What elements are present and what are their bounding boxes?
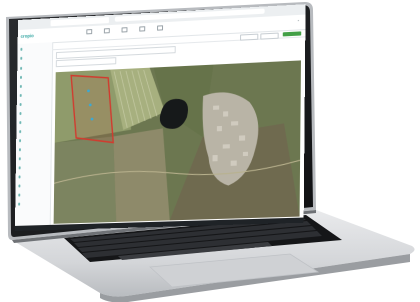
app-logo: cropio: [20, 33, 34, 39]
main-content: [50, 29, 306, 230]
action-button-1[interactable]: [240, 33, 259, 41]
account-area[interactable]: ●: [298, 19, 300, 22]
sidebar-item-10[interactable]: [19, 128, 49, 135]
sidebar-item-5[interactable]: [19, 83, 50, 90]
sidebar-item-11[interactable]: [19, 137, 49, 144]
sidebar-item-6[interactable]: [19, 92, 50, 99]
toolbar-button-3[interactable]: [119, 27, 131, 36]
sidebar-item-17[interactable]: [18, 192, 48, 199]
sidebar-item-7[interactable]: [19, 101, 50, 108]
selected-field-outline: [70, 73, 114, 144]
sidebar-item-4[interactable]: [20, 74, 50, 81]
sidebar-item-2[interactable]: [20, 54, 50, 62]
user-icon: ●: [297, 19, 300, 23]
screen: cropio ●: [14, 4, 306, 231]
toolbar-button-2[interactable]: [101, 28, 113, 37]
sidebar-item-16[interactable]: [18, 182, 48, 189]
sidebar-item-8[interactable]: [19, 110, 49, 117]
sidebar-item-15[interactable]: [18, 173, 49, 180]
map-imagery: [54, 60, 301, 224]
sidebar-item-9[interactable]: [19, 119, 49, 126]
sidebar-item-12[interactable]: [18, 146, 49, 153]
sidebar-item-13[interactable]: [18, 155, 49, 162]
sidebar: [14, 42, 54, 231]
sidebar-item-1[interactable]: [20, 45, 50, 53]
sidebar-item-14[interactable]: [18, 164, 49, 171]
action-button-2[interactable]: [260, 32, 279, 40]
sidebar-item-3[interactable]: [20, 64, 50, 71]
toolbar-button-1[interactable]: [83, 29, 95, 38]
toolbar-button-4[interactable]: [136, 26, 148, 35]
sidebar-item-18[interactable]: [18, 201, 48, 208]
satellite-map[interactable]: [54, 60, 301, 224]
toolbar-button-5[interactable]: [154, 25, 166, 34]
browser-tab[interactable]: [50, 16, 109, 26]
laptop-photo: cropio ●: [0, 0, 420, 302]
primary-action-button[interactable]: [282, 30, 302, 36]
